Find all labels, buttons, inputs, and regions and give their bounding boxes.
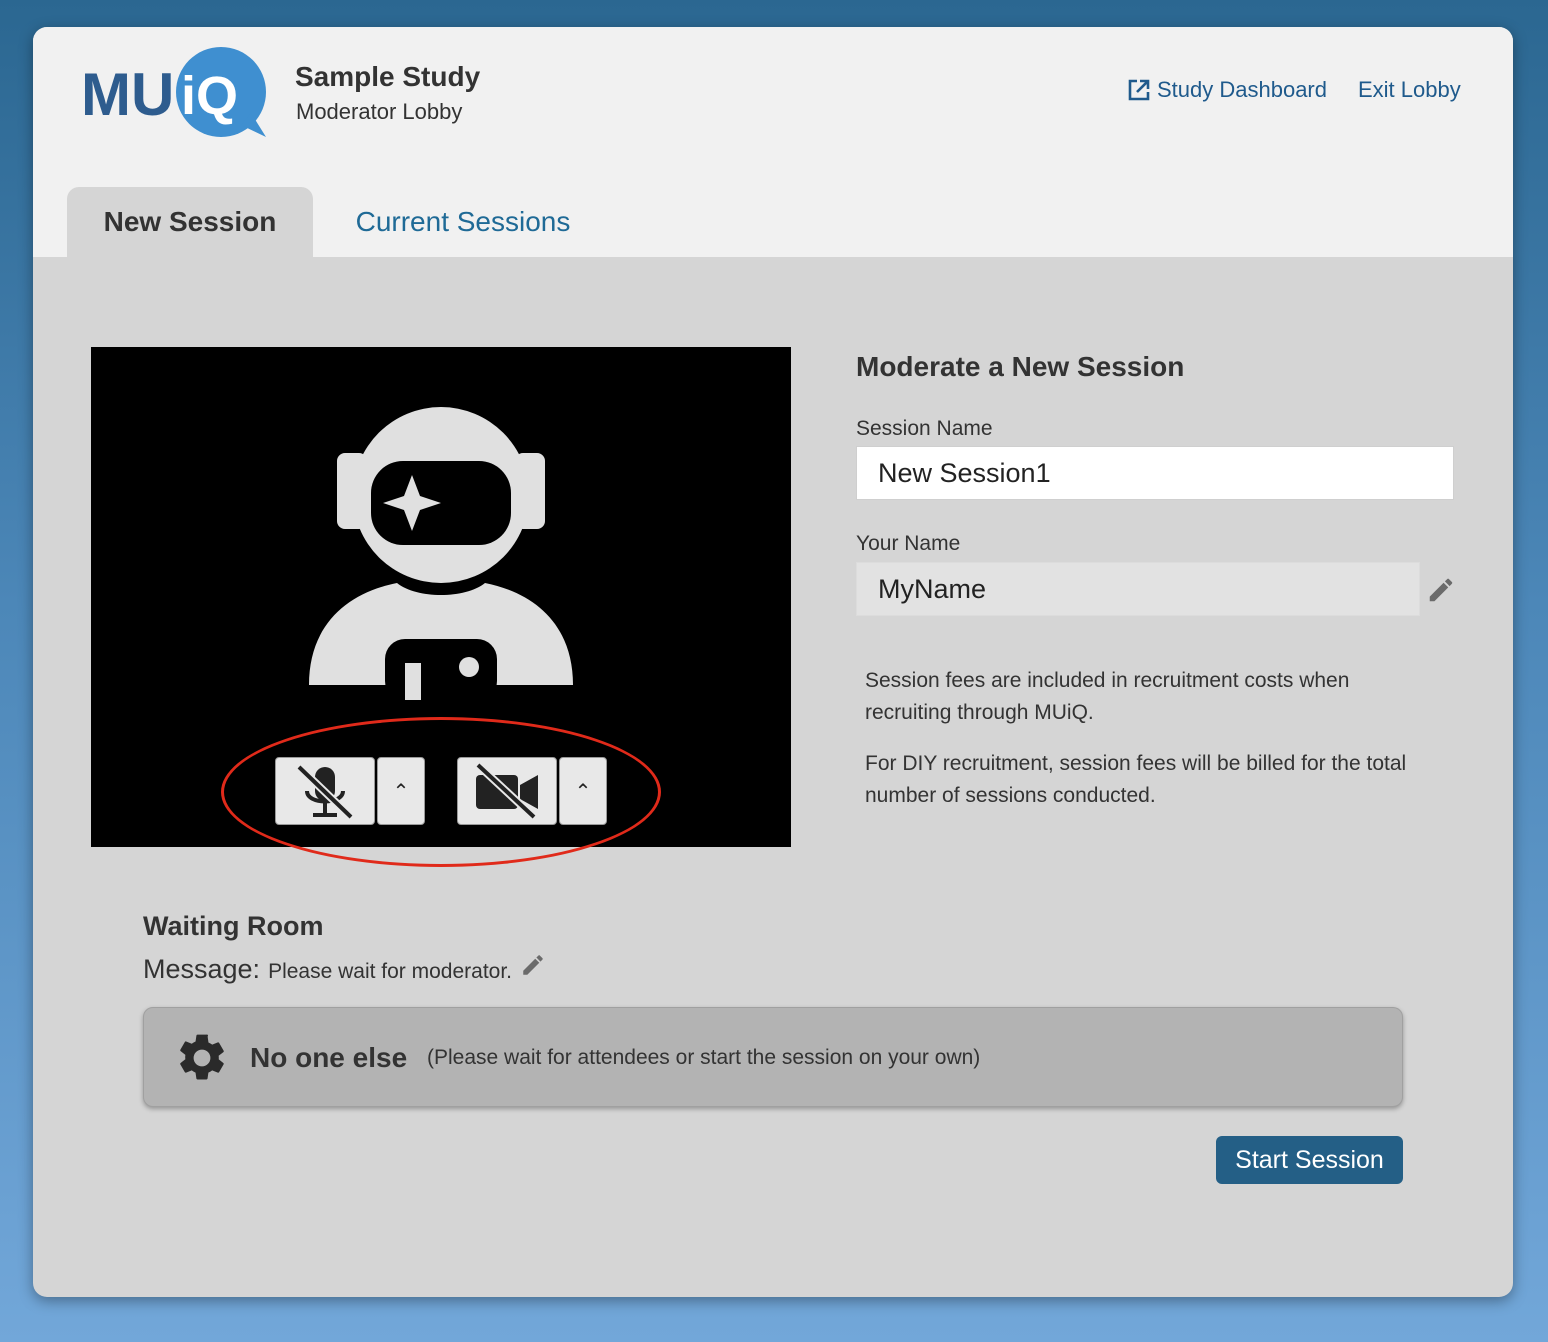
study-dashboard-link[interactable]: Study Dashboard [1127,77,1327,103]
tab-new-session[interactable]: New Session [67,187,313,257]
start-session-button[interactable]: Start Session [1216,1136,1403,1184]
mic-muted-icon [296,764,354,820]
svg-text:iQ: iQ [181,66,238,126]
camera-toggle-button[interactable] [457,757,557,825]
tab-current-sessions[interactable]: Current Sessions [345,187,581,257]
exit-lobby-link[interactable]: Exit Lobby [1358,77,1461,103]
svg-text:MU: MU [81,61,174,128]
gear-icon [180,1034,224,1080]
edit-message-pencil-icon[interactable] [520,952,546,978]
session-name-input[interactable] [856,446,1454,500]
study-dashboard-label: Study Dashboard [1157,77,1327,102]
external-link-icon [1128,79,1150,101]
session-name-label: Session Name [856,417,993,440]
no-attendees-title: No one else [250,1042,408,1073]
chevron-up-icon: ⌃ [574,780,592,803]
mic-options-button[interactable]: ⌃ [377,757,425,825]
your-name-input[interactable] [856,562,1420,616]
edit-name-pencil-icon[interactable] [1426,575,1456,605]
mic-toggle-button[interactable] [275,757,375,825]
form-title: Moderate a New Session [856,351,1185,382]
waiting-room-message: Message: Please wait for moderator. [143,952,546,985]
camera-off-icon [475,763,538,819]
camera-options-button[interactable]: ⌃ [559,757,607,825]
waiting-room-title: Waiting Room [143,911,324,941]
message-text: Please wait for moderator. [268,960,513,983]
video-preview: ⌃ ⌃ [91,347,791,847]
muiq-logo: MU iQ [81,47,266,137]
message-label: Message: [143,954,261,984]
fee-note-diy: For DIY recruitment, session fees will b… [865,752,1407,807]
your-name-label: Your Name [856,532,961,555]
chevron-up-icon: ⌃ [392,780,410,803]
fee-note-muiq: Session fees are included in recruitment… [865,669,1350,724]
waiting-room-panel: No one else (Please wait for attendees o… [143,1007,1403,1107]
study-subtitle: Moderator Lobby [296,99,463,124]
header: MU iQ Sample Study Moderator Lobby Study… [33,27,1513,257]
lobby-window: MU iQ Sample Study Moderator Lobby Study… [33,27,1513,1297]
no-attendees-hint: (Please wait for attendees or start the … [427,1046,981,1069]
study-title: Sample Study [295,61,481,92]
astronaut-avatar-icon [309,407,573,700]
